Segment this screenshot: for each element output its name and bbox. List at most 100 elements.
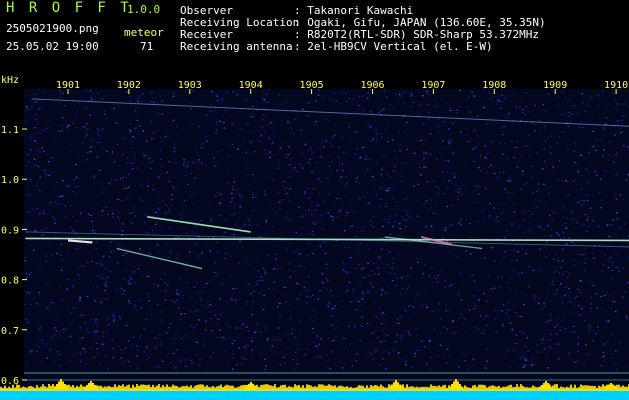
noise-speck <box>504 188 506 190</box>
noise-speck <box>102 332 105 334</box>
noise-speck <box>612 162 615 164</box>
noise-speck <box>400 96 402 98</box>
signal-level-bin <box>562 387 564 391</box>
noise-speck <box>266 176 269 178</box>
noise-speck <box>349 343 351 345</box>
noise-speck <box>510 215 512 217</box>
signal-level-bin <box>420 387 422 391</box>
noise-speck <box>444 280 447 282</box>
noise-speck <box>524 364 526 366</box>
noise-speck <box>561 260 564 262</box>
noise-speck <box>204 344 206 346</box>
noise-speck <box>226 91 229 93</box>
noise-speck <box>374 225 377 227</box>
noise-speck <box>122 254 124 256</box>
noise-speck <box>96 322 99 324</box>
signal-level-bin <box>436 386 438 391</box>
noise-speck <box>51 254 53 256</box>
signal-level-bin <box>166 384 168 391</box>
noise-speck <box>564 328 566 330</box>
noise-speck <box>446 362 448 364</box>
noise-speck <box>361 304 363 306</box>
noise-speck <box>116 143 119 146</box>
noise-speck <box>120 287 123 289</box>
noise-speck <box>25 277 28 279</box>
noise-speck <box>602 360 605 362</box>
noise-speck <box>425 226 427 228</box>
noise-speck <box>150 120 153 122</box>
signal-level-peak <box>62 381 64 389</box>
noise-speck <box>526 92 528 94</box>
noise-speck <box>273 288 276 290</box>
noise-speck <box>131 345 134 347</box>
signal-level-peak <box>616 387 618 389</box>
noise-speck <box>190 194 192 196</box>
noise-speck <box>111 213 114 215</box>
noise-speck <box>237 148 239 150</box>
noise-speck <box>107 213 109 216</box>
noise-speck <box>539 248 541 250</box>
signal-level-peak <box>88 383 90 389</box>
noise-speck <box>557 317 559 319</box>
noise-speck <box>507 282 510 284</box>
noise-speck <box>153 283 155 285</box>
noise-speck <box>452 320 455 322</box>
noise-speck <box>34 140 36 142</box>
noise-speck <box>225 359 228 361</box>
noise-speck <box>67 185 69 187</box>
noise-speck <box>302 215 304 217</box>
noise-speck <box>47 126 50 128</box>
noise-speck <box>578 169 580 171</box>
noise-speck <box>607 319 610 322</box>
noise-speck <box>616 212 618 214</box>
noise-speck <box>516 259 518 261</box>
noise-speck <box>338 146 340 148</box>
noise-speck <box>59 195 61 197</box>
noise-speck <box>39 189 41 192</box>
signal-level-bin <box>184 386 186 391</box>
noise-speck <box>34 164 36 166</box>
noise-speck <box>241 356 244 358</box>
signal-level-bin <box>234 387 236 391</box>
noise-speck <box>186 164 189 166</box>
signal-level-bin <box>328 384 330 391</box>
noise-speck <box>546 320 548 322</box>
noise-speck <box>474 129 476 131</box>
noise-speck <box>182 204 184 206</box>
noise-speck <box>558 160 561 162</box>
noise-speck <box>239 206 241 208</box>
noise-speck <box>457 198 459 200</box>
noise-speck <box>134 155 136 158</box>
noise-speck <box>364 196 366 198</box>
noise-speck <box>336 197 339 199</box>
noise-speck <box>357 249 359 251</box>
noise-speck <box>569 218 572 220</box>
noise-speck <box>322 287 325 289</box>
noise-speck <box>581 93 584 95</box>
noise-speck <box>394 221 397 223</box>
noise-speck <box>523 210 525 213</box>
noise-speck <box>567 125 570 127</box>
signal-level-bin <box>430 384 432 391</box>
noise-speck <box>256 323 258 325</box>
noise-speck <box>239 240 241 242</box>
noise-speck <box>494 260 496 262</box>
noise-speck <box>458 222 461 224</box>
noise-speck <box>327 306 329 308</box>
noise-speck <box>410 106 413 108</box>
signal-level-bin <box>202 384 204 391</box>
signal-level-bin <box>266 384 268 391</box>
noise-speck <box>307 162 310 164</box>
noise-speck <box>245 304 247 306</box>
noise-speck <box>537 183 540 185</box>
noise-speck <box>297 348 299 350</box>
noise-speck <box>442 181 445 183</box>
noise-speck <box>570 311 572 313</box>
signal-level-bin <box>526 387 528 391</box>
noise-speck <box>549 346 551 348</box>
noise-speck <box>392 197 394 199</box>
noise-speck <box>92 229 94 232</box>
noise-speck <box>397 318 399 320</box>
noise-speck <box>453 173 455 175</box>
noise-speck <box>389 272 392 274</box>
